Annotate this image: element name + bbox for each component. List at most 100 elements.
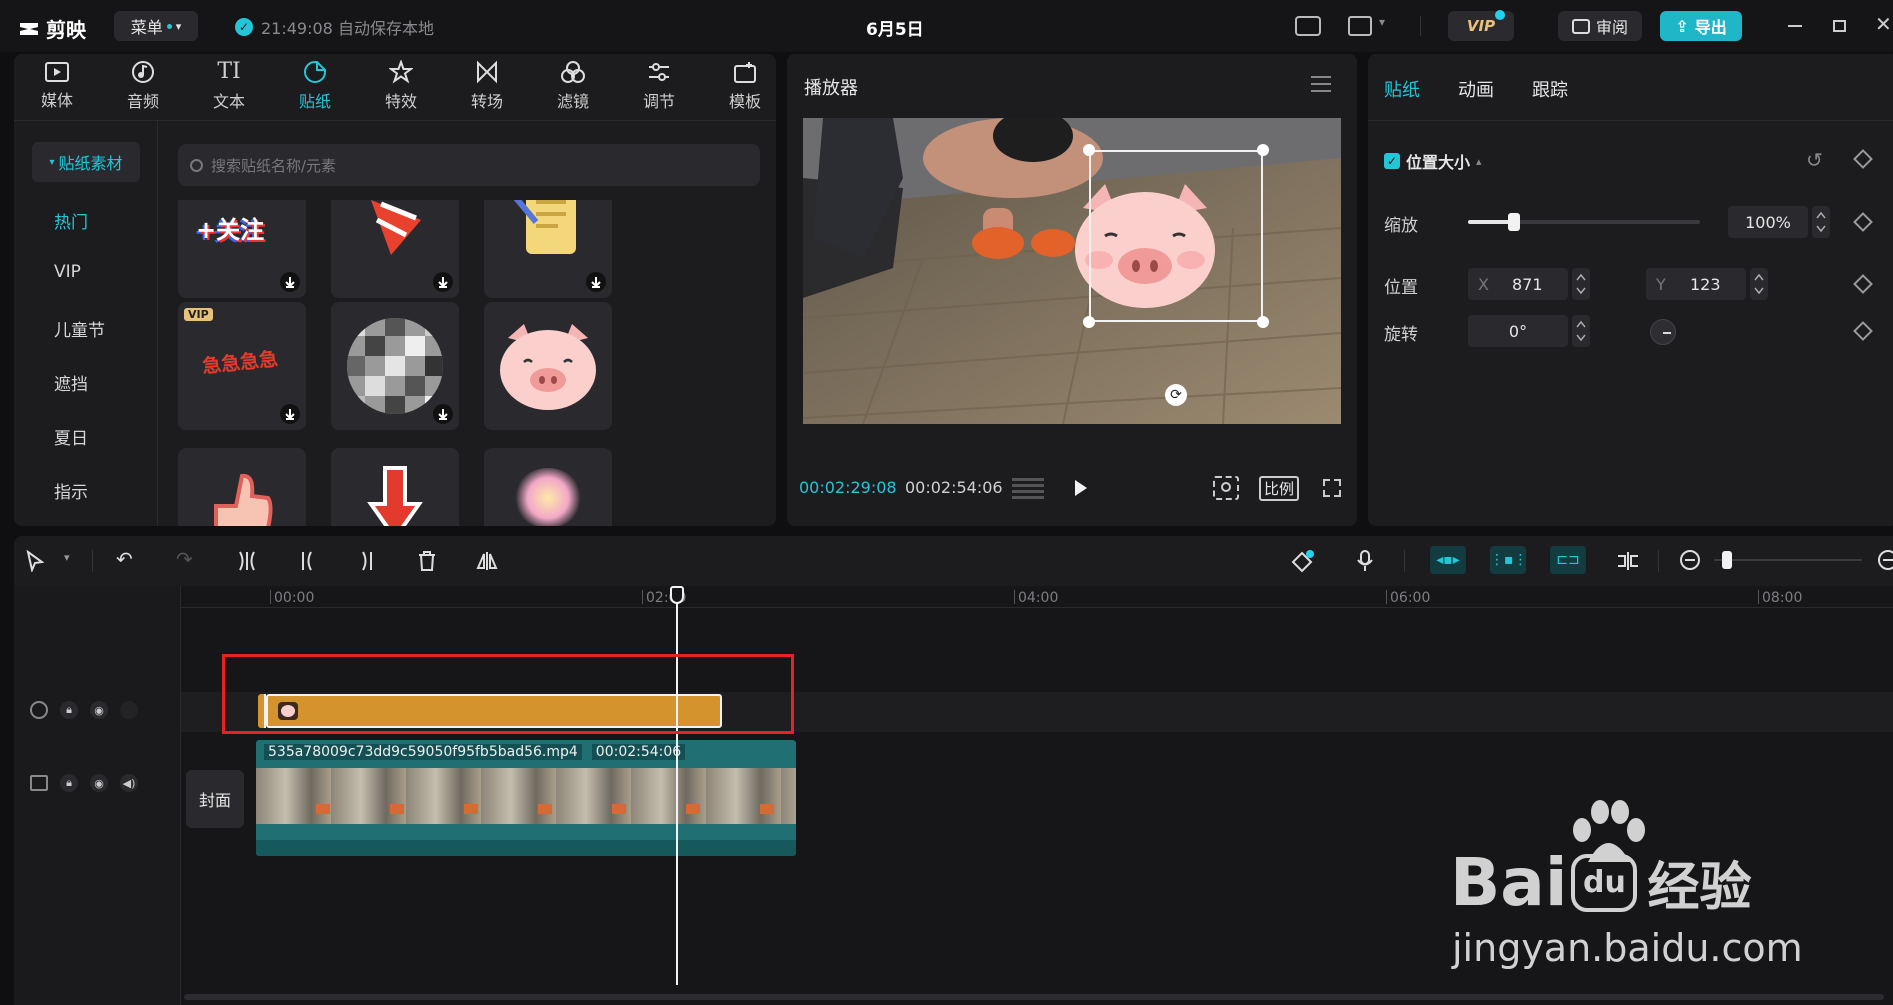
download-icon[interactable] xyxy=(280,272,300,292)
sticker-search[interactable]: 搜索贴纸名称/元素 xyxy=(178,144,760,186)
sticker-item-urgent[interactable]: VIP 急急急急 xyxy=(178,302,306,430)
restore-icon[interactable] xyxy=(1833,20,1846,32)
sticker-item-pig[interactable] xyxy=(484,302,612,430)
tab-adjust[interactable]: 调节 xyxy=(616,54,702,118)
keyframe-icon[interactable] xyxy=(1853,149,1873,169)
rotation-stepper[interactable] xyxy=(1572,315,1590,347)
cover-button[interactable]: 封面 xyxy=(186,770,244,828)
play-icon[interactable] xyxy=(1073,478,1089,498)
split-right-icon[interactable] xyxy=(357,550,377,572)
selection-frame[interactable] xyxy=(1089,150,1263,322)
reset-icon[interactable]: ↺ xyxy=(1806,148,1823,172)
hamburger-menu-icon[interactable] xyxy=(1311,76,1331,92)
tab-sticker[interactable]: 贴纸 xyxy=(272,54,358,118)
lock-icon[interactable]: 🔒︎ xyxy=(60,774,78,792)
zoom-slider-thumb[interactable] xyxy=(1722,551,1732,569)
ai-magic-icon[interactable] xyxy=(1290,550,1314,574)
speaker-icon[interactable]: ◀) xyxy=(120,774,138,792)
tab-audio[interactable]: 音频 xyxy=(100,54,186,118)
sticker-item-heart[interactable] xyxy=(484,448,612,526)
sidebar-item-hot[interactable]: 热门 xyxy=(54,208,88,233)
close-icon[interactable]: ✕ xyxy=(1875,12,1892,36)
keyboard-icon[interactable] xyxy=(1295,16,1321,36)
sticker-item-follow[interactable]: +关注 xyxy=(178,200,306,298)
split-left-icon[interactable] xyxy=(297,550,317,572)
checkbox-checked-icon[interactable]: ✓ xyxy=(1384,153,1400,169)
keyframe-icon[interactable] xyxy=(1853,274,1873,294)
tab-media[interactable]: 媒体 xyxy=(14,54,100,118)
auto-snap-icon[interactable]: ⋮▪⋮ xyxy=(1490,546,1528,574)
video-preview[interactable]: ⟳ xyxy=(803,118,1341,424)
keyframe-icon[interactable] xyxy=(1853,321,1873,341)
cursor-chevron-icon[interactable]: ▾ xyxy=(64,551,70,564)
zoom-in-icon[interactable] xyxy=(1878,550,1893,570)
video-clip[interactable]: 535a78009c73dd9c59050f95fb5bad56.mp4 00:… xyxy=(256,740,796,856)
timecode-grid-icon[interactable] xyxy=(1012,477,1044,499)
tab-sticker-props[interactable]: 贴纸 xyxy=(1384,76,1420,102)
linkage-icon[interactable]: ⊏⊐ xyxy=(1550,546,1586,574)
mirror-icon[interactable] xyxy=(476,550,498,572)
scale-stepper[interactable] xyxy=(1812,206,1830,238)
eye-icon[interactable]: ◉ xyxy=(90,774,108,792)
undo-icon[interactable]: ↶ xyxy=(116,547,133,571)
resize-handle-bl[interactable] xyxy=(1083,316,1095,328)
position-size-section[interactable]: ✓ 位置大小 ▴ xyxy=(1384,149,1482,173)
collapse-icon[interactable]: ▴ xyxy=(1476,155,1482,168)
main-track-magnet-icon[interactable]: ◂▪▸ xyxy=(1430,546,1466,574)
split-icon[interactable] xyxy=(237,550,257,572)
fit-screen-icon[interactable] xyxy=(1213,476,1239,500)
scale-slider[interactable] xyxy=(1468,213,1700,231)
playhead[interactable] xyxy=(676,590,678,985)
scale-input[interactable]: 100% xyxy=(1728,206,1808,238)
tab-text[interactable]: TI 文本 xyxy=(186,54,272,118)
delete-icon[interactable] xyxy=(417,550,437,572)
download-icon[interactable] xyxy=(433,404,453,424)
time-ruler[interactable]: 00:00 02:00 04:00 06:00 08:00 xyxy=(181,586,1893,608)
sidebar-item-summer[interactable]: 夏日 xyxy=(54,424,88,449)
lock-icon[interactable]: 🔒︎ xyxy=(60,701,78,719)
select-cursor-icon[interactable] xyxy=(26,550,44,572)
keyframe-icon[interactable] xyxy=(1853,212,1873,232)
tab-template[interactable]: 模板 xyxy=(702,54,788,118)
tab-tracking[interactable]: 跟踪 xyxy=(1532,76,1568,102)
download-icon[interactable] xyxy=(586,272,606,292)
download-icon[interactable] xyxy=(280,404,300,424)
download-icon[interactable] xyxy=(433,272,453,292)
sidebar-item-cover[interactable]: 遮挡 xyxy=(54,370,88,395)
sticker-item-notepad[interactable] xyxy=(484,200,612,298)
sticker-category[interactable]: ▾ 贴纸素材 xyxy=(32,142,140,182)
minimize-icon[interactable] xyxy=(1788,25,1802,27)
tab-filter[interactable]: 滤镜 xyxy=(530,54,616,118)
playhead-handle[interactable] xyxy=(670,586,684,604)
scale-slider-thumb[interactable] xyxy=(1508,213,1521,231)
tab-transition[interactable]: 转场 xyxy=(444,54,530,118)
sticker-item-thumbs-up[interactable] xyxy=(178,448,306,526)
layout-chevron-icon[interactable]: ▾ xyxy=(1379,15,1385,29)
position-x-input[interactable]: X 871 xyxy=(1468,268,1568,300)
review-button[interactable]: 审阅 xyxy=(1558,11,1642,41)
zoom-out-icon[interactable] xyxy=(1680,550,1700,570)
sidebar-item-vip[interactable]: VIP xyxy=(54,262,81,282)
position-y-input[interactable]: Y 123 xyxy=(1646,268,1746,300)
sidebar-item-indicator[interactable]: 指示 xyxy=(54,478,88,503)
position-y-stepper[interactable] xyxy=(1750,268,1768,300)
tab-animation[interactable]: 动画 xyxy=(1458,76,1494,102)
preview-axis-icon[interactable] xyxy=(1616,550,1640,572)
layout-icon[interactable] xyxy=(1348,16,1372,36)
sidebar-item-childrens-day[interactable]: 儿童节 xyxy=(54,316,105,341)
resize-handle-tr[interactable] xyxy=(1257,144,1269,156)
tab-effects[interactable]: 特效 xyxy=(358,54,444,118)
timeline-scrollbar[interactable] xyxy=(184,994,1884,1000)
rotation-dial-icon[interactable] xyxy=(1650,319,1676,345)
sticker-item-red-arrow[interactable] xyxy=(331,448,459,526)
resize-handle-tl[interactable] xyxy=(1083,144,1095,156)
clock-icon[interactable] xyxy=(30,701,48,719)
menu-button[interactable]: 菜单 ▾ xyxy=(114,11,198,41)
rotate-handle-icon[interactable]: ⟳ xyxy=(1165,384,1187,406)
rotation-input[interactable]: 0° xyxy=(1468,315,1568,347)
sticker-item-mosaic[interactable] xyxy=(331,302,459,430)
zoom-slider[interactable] xyxy=(1714,551,1862,569)
export-button[interactable]: ⇪ 导出 xyxy=(1660,11,1742,41)
sticker-item-party-cone[interactable] xyxy=(331,200,459,298)
fullscreen-icon[interactable] xyxy=(1322,478,1342,498)
